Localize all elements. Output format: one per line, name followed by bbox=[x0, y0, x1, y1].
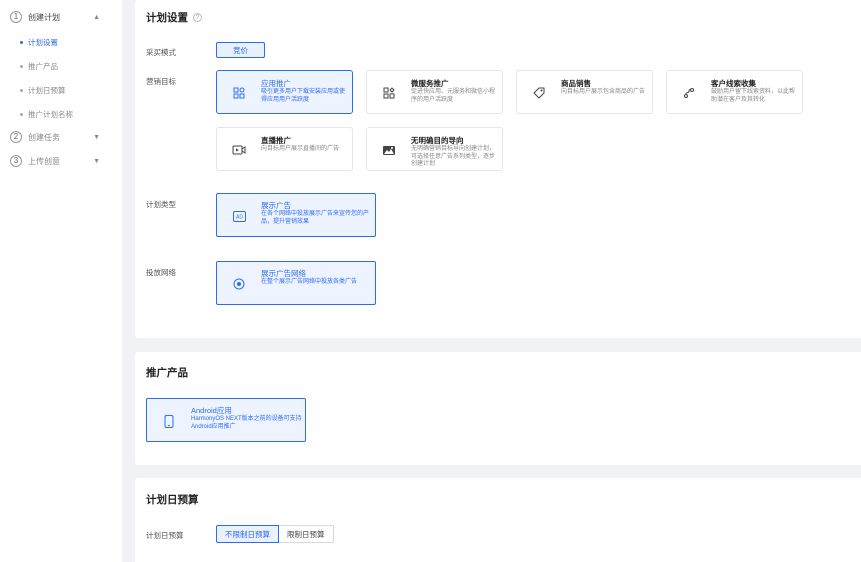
landscape-icon bbox=[381, 142, 397, 158]
chevron-down-icon[interactable]: ▼ bbox=[93, 134, 100, 141]
card-title: 无明确目的导向 bbox=[411, 136, 464, 145]
sidebar-item-label: 计划设置 bbox=[28, 37, 58, 47]
card-desc: 向目标用户展示直播间的广告 bbox=[261, 146, 340, 152]
sidebar-item-plan-name[interactable]: 推广计划名称 bbox=[20, 108, 73, 120]
network-icon bbox=[231, 276, 247, 292]
card-title: 应用推广 bbox=[261, 79, 291, 88]
phone-icon bbox=[161, 413, 177, 429]
card-desc: 在各个网络中投放展示广告来宣传您的产品，提升营销效果 bbox=[261, 211, 370, 225]
sidebar-item-label: 计划日预算 bbox=[28, 85, 66, 95]
step-number: 1 bbox=[10, 11, 22, 23]
target-card-app-promotion[interactable]: 应用推广 吸引更多用户下载安装应用或使得应用用户活跃度 bbox=[216, 70, 353, 114]
card-desc: 在整个展示广告网络中投放各类广告 bbox=[261, 279, 358, 285]
card-title: Android应用 bbox=[191, 406, 232, 415]
card-desc: 无明确营销目标导向创建计划，可选择任意广告系列类型，逐步创建计划 bbox=[411, 146, 496, 167]
procurement-label: 采买模式 bbox=[146, 48, 176, 57]
limited-budget-option[interactable]: 限制日预算 bbox=[279, 525, 334, 543]
step-label: 创建计划 bbox=[28, 12, 60, 22]
live-icon bbox=[231, 142, 247, 158]
card-title: 客户线索收集 bbox=[711, 79, 756, 88]
step-number: 3 bbox=[10, 155, 22, 167]
sidebar-item-label: 推广计划名称 bbox=[28, 109, 73, 119]
card-desc: 向目标用户展示包含商品的广告 bbox=[561, 89, 646, 95]
bullet-icon bbox=[20, 112, 23, 116]
step-create-plan[interactable]: 1 创建计划 ▲ bbox=[10, 9, 116, 25]
card-title: 展示广告网络 bbox=[261, 269, 306, 278]
sidebar: 1 创建计划 ▲ 计划设置 推广产品 计划日预算 推广计划名称 2 创建任务 ▼… bbox=[0, 0, 122, 562]
widget-icon bbox=[381, 85, 397, 101]
help-icon[interactable]: ? bbox=[193, 13, 202, 22]
sidebar-item-daily-budget[interactable]: 计划日预算 bbox=[20, 84, 66, 96]
daily-budget-label: 计划日预算 bbox=[146, 531, 184, 540]
target-card-live[interactable]: 直播推广 向目标用户展示直播间的广告 bbox=[216, 127, 353, 171]
daily-budget-toggle: 不限制日预算 限制日预算 bbox=[216, 525, 334, 543]
sidebar-item-label: 推广产品 bbox=[28, 61, 58, 71]
plan-type-label: 计划类型 bbox=[146, 200, 176, 209]
plan-settings-panel: 计划设置 ? 采买模式 竞价 营销目标 应用推广 吸引更多用户下载安装应用或使得… bbox=[135, 0, 861, 338]
card-title: 直播推广 bbox=[261, 136, 291, 145]
step-create-task[interactable]: 2 创建任务 ▼ bbox=[10, 129, 116, 145]
target-card-no-goal[interactable]: 无明确目的导向 无明确营销目标导向创建计划，可选择任意广告系列类型，逐步创建计划 bbox=[366, 127, 503, 171]
target-card-microservice[interactable]: 微服务推广 促进快应用、元服务和微信小程序的用户活跃度 bbox=[366, 70, 503, 114]
bullet-icon bbox=[20, 40, 23, 44]
grid-apps-icon bbox=[231, 85, 247, 101]
target-card-product-sales[interactable]: 商品销售 向目标用户展示包含商品的广告 bbox=[516, 70, 653, 114]
step-number: 2 bbox=[10, 131, 22, 143]
step-upload-creative[interactable]: 3 上传创意 ▼ bbox=[10, 153, 116, 169]
unlimited-budget-option[interactable]: 不限制日预算 bbox=[216, 525, 279, 543]
section-title-text: 推广产品 bbox=[146, 367, 188, 379]
card-title: 商品销售 bbox=[561, 79, 591, 88]
card-desc: 促进快应用、元服务和微信小程序的用户活跃度 bbox=[411, 89, 496, 103]
budget-panel: 计划日预算 计划日预算 不限制日预算 限制日预算 bbox=[135, 478, 861, 562]
chevron-down-icon[interactable]: ▼ bbox=[93, 158, 100, 165]
svg-text:AD: AD bbox=[236, 214, 243, 220]
bullet-icon bbox=[20, 64, 23, 68]
plan-type-display-ad[interactable]: AD 展示广告 在各个网络中投放展示广告来宣传您的产品，提升营销效果 bbox=[216, 193, 376, 237]
target-card-lead-collection[interactable]: 客户线索收集 鼓励用户留下线索资料，以此帮助潜在客户及其转化 bbox=[666, 70, 803, 114]
sidebar-item-product[interactable]: 推广产品 bbox=[20, 60, 58, 72]
step-label: 上传创意 bbox=[28, 156, 60, 166]
network-display-ad[interactable]: 展示广告网络 在整个展示广告网络中投放各类广告 bbox=[216, 261, 376, 305]
bidding-button[interactable]: 竞价 bbox=[216, 42, 265, 58]
tag-icon bbox=[531, 85, 547, 101]
product-android-app[interactable]: Android应用 HarmonyOS NEXT版本之前的设备可支持Androi… bbox=[146, 398, 306, 442]
ad-icon: AD bbox=[231, 208, 247, 224]
network-label: 投放网络 bbox=[146, 268, 176, 277]
card-desc: 鼓励用户留下线索资料，以此帮助潜在客户及其转化 bbox=[711, 89, 796, 103]
chevron-up-icon[interactable]: ▲ bbox=[93, 14, 100, 21]
card-desc: 吸引更多用户下载安装应用或使得应用用户活跃度 bbox=[261, 89, 346, 103]
section-title-text: 计划设置 bbox=[146, 12, 188, 24]
section-title: 计划日预算 bbox=[146, 492, 199, 507]
card-title: 微服务推广 bbox=[411, 79, 449, 88]
section-title-text: 计划日预算 bbox=[146, 494, 199, 506]
section-title: 计划设置 ? bbox=[146, 10, 202, 25]
bullet-icon bbox=[20, 88, 23, 92]
product-panel: 推广产品 Android应用 HarmonyOS NEXT版本之前的设备可支持A… bbox=[135, 352, 861, 465]
card-title: 展示广告 bbox=[261, 201, 291, 210]
route-icon bbox=[681, 85, 697, 101]
section-title: 推广产品 bbox=[146, 365, 188, 380]
step-label: 创建任务 bbox=[28, 132, 60, 142]
marketing-target-label: 营销目标 bbox=[146, 77, 176, 86]
sidebar-item-plan-settings[interactable]: 计划设置 bbox=[20, 36, 58, 48]
card-desc: HarmonyOS NEXT版本之前的设备可支持Android应用推广 bbox=[191, 416, 302, 430]
